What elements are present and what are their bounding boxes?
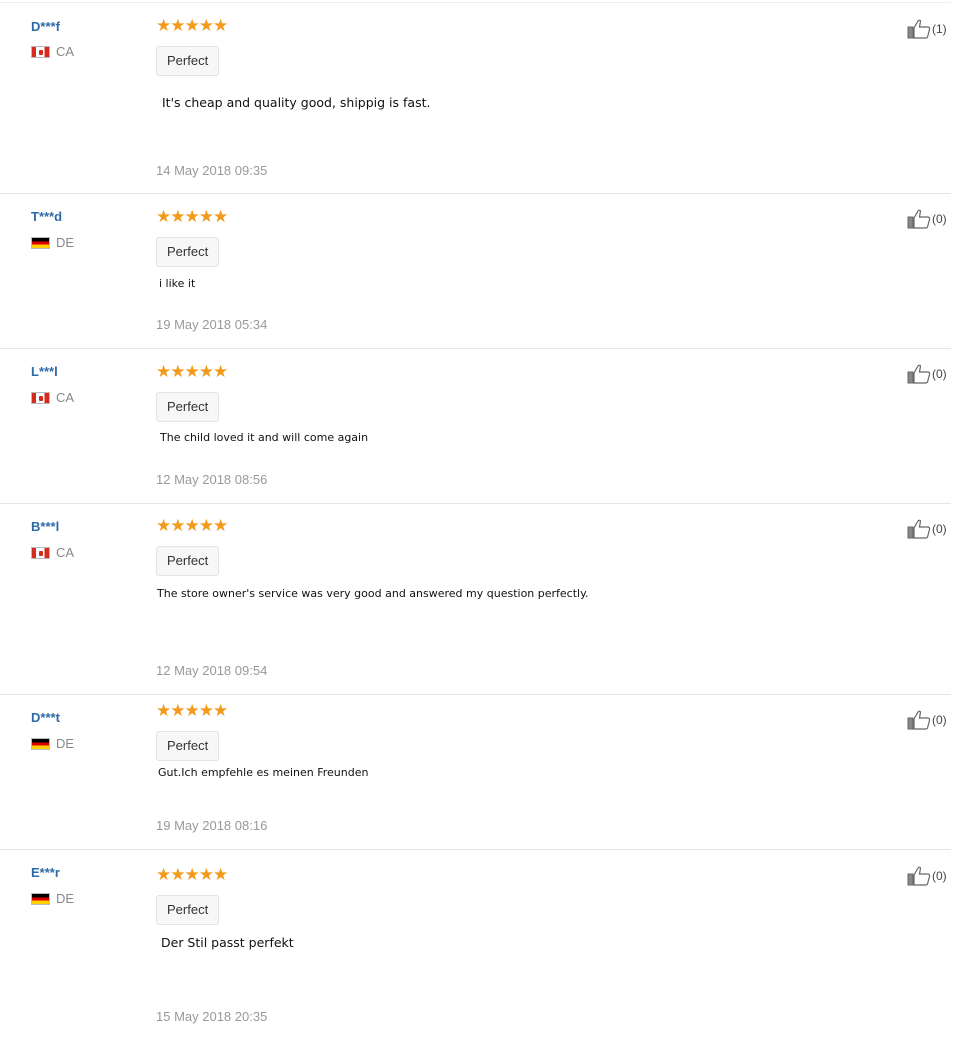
review-item: D***t DE ★★★★★ Perfect Gut.Ich empfehle … bbox=[0, 694, 951, 849]
like-button[interactable]: (0) bbox=[907, 710, 947, 730]
canada-flag-icon bbox=[31, 45, 50, 58]
review-item: B***l CA ★★★★★ Perfect The store owner's… bbox=[0, 503, 951, 694]
variant-tag: Perfect bbox=[156, 46, 220, 76]
review-text: The store owner's service was very good … bbox=[157, 587, 589, 600]
star-rating: ★★★★★ bbox=[156, 701, 228, 720]
canada-flag-icon bbox=[31, 391, 50, 404]
reviewer-country: DE bbox=[31, 891, 74, 906]
variant-tag: Perfect bbox=[156, 895, 220, 925]
like-count: (0) bbox=[932, 212, 947, 226]
reviewer-name[interactable]: B***l bbox=[31, 519, 59, 534]
country-code: CA bbox=[56, 390, 75, 405]
thumbs-up-icon bbox=[907, 710, 931, 730]
reviewer-name[interactable]: D***t bbox=[31, 710, 60, 725]
canada-flag-icon bbox=[31, 546, 50, 559]
review-item: T***d DE ★★★★★ Perfect i like it 19 May … bbox=[0, 193, 951, 348]
variant-tag: Perfect bbox=[156, 237, 220, 267]
reviewer-name[interactable]: L***l bbox=[31, 364, 58, 379]
review-date: 14 May 2018 09:35 bbox=[156, 163, 268, 178]
review-item: L***l CA ★★★★★ Perfect The child loved i… bbox=[0, 348, 951, 503]
reviewer-country: DE bbox=[31, 235, 74, 250]
star-rating: ★★★★★ bbox=[156, 362, 228, 381]
thumbs-up-icon bbox=[907, 519, 931, 539]
thumbs-up-icon bbox=[907, 209, 931, 229]
reviewer-name[interactable]: E***r bbox=[31, 865, 60, 880]
country-code: CA bbox=[56, 44, 75, 59]
germany-flag-icon bbox=[31, 236, 50, 249]
star-rating: ★★★★★ bbox=[156, 207, 228, 226]
review-date: 12 May 2018 08:56 bbox=[156, 472, 268, 487]
reviewer-name[interactable]: D***f bbox=[31, 19, 60, 34]
like-count: (0) bbox=[932, 713, 947, 727]
review-text: Gut.Ich empfehle es meinen Freunden bbox=[158, 766, 369, 779]
review-item: D***f CA ★★★★★ Perfect It's cheap and qu… bbox=[0, 2, 951, 193]
variant-tag: Perfect bbox=[156, 546, 220, 576]
star-rating: ★★★★★ bbox=[156, 865, 228, 884]
review-date: 19 May 2018 08:16 bbox=[156, 818, 268, 833]
review-date: 19 May 2018 05:34 bbox=[156, 317, 268, 332]
reviewer-name[interactable]: T***d bbox=[31, 209, 62, 224]
country-code: DE bbox=[56, 235, 75, 250]
review-text: Der Stil passt perfekt bbox=[161, 935, 294, 950]
like-count: (0) bbox=[932, 869, 947, 883]
germany-flag-icon bbox=[31, 892, 50, 905]
star-rating: ★★★★★ bbox=[156, 16, 228, 35]
variant-tag: Perfect bbox=[156, 731, 220, 761]
like-count: (0) bbox=[932, 367, 947, 381]
reviewer-country: CA bbox=[31, 44, 74, 59]
review-text: It's cheap and quality good, shippig is … bbox=[162, 95, 431, 110]
review-item: E***r DE ★★★★★ Perfect Der Stil passt pe… bbox=[0, 849, 951, 1038]
review-text: i like it bbox=[159, 277, 196, 290]
star-rating: ★★★★★ bbox=[156, 516, 228, 535]
thumbs-up-icon bbox=[907, 364, 931, 384]
review-date: 15 May 2018 20:35 bbox=[156, 1009, 268, 1024]
like-count: (1) bbox=[932, 22, 947, 36]
germany-flag-icon bbox=[31, 737, 50, 750]
country-code: CA bbox=[56, 545, 75, 560]
like-button[interactable]: (0) bbox=[907, 519, 947, 539]
country-code: DE bbox=[56, 736, 75, 751]
thumbs-up-icon bbox=[907, 19, 931, 39]
thumbs-up-icon bbox=[907, 866, 931, 886]
review-date: 12 May 2018 09:54 bbox=[156, 663, 268, 678]
country-code: DE bbox=[56, 891, 75, 906]
like-button[interactable]: (1) bbox=[907, 19, 947, 39]
like-count: (0) bbox=[932, 522, 947, 536]
reviewer-country: CA bbox=[31, 545, 74, 560]
like-button[interactable]: (0) bbox=[907, 866, 947, 886]
variant-tag: Perfect bbox=[156, 392, 220, 422]
reviewer-country: CA bbox=[31, 390, 74, 405]
like-button[interactable]: (0) bbox=[907, 209, 947, 229]
review-text: The child loved it and will come again bbox=[160, 431, 369, 444]
like-button[interactable]: (0) bbox=[907, 364, 947, 384]
reviewer-country: DE bbox=[31, 736, 74, 751]
